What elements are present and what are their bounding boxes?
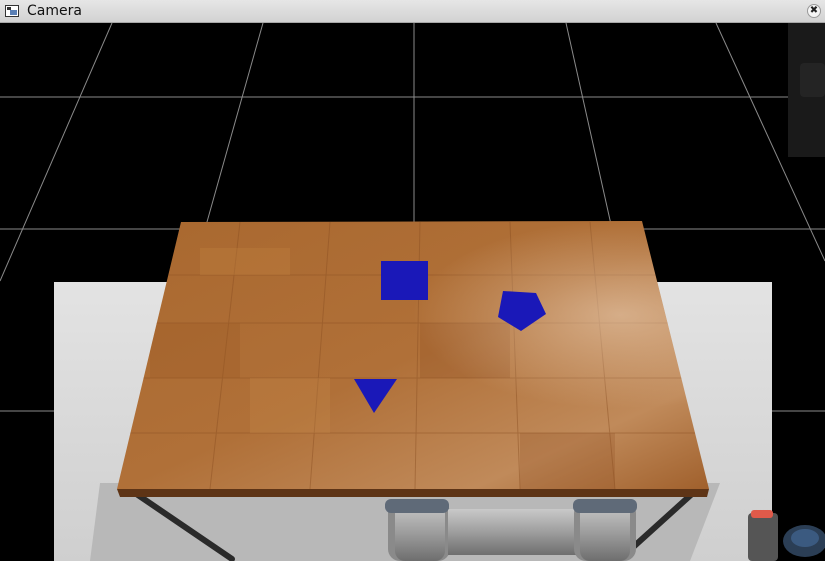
title-bar[interactable]: Camera ✖	[0, 0, 825, 23]
blue-square	[381, 261, 428, 300]
camera-window: Camera ✖	[0, 0, 825, 561]
side-panel-element	[800, 63, 825, 97]
table-edge	[117, 489, 709, 497]
window-title: Camera	[27, 3, 82, 19]
close-button[interactable]: ✖	[807, 4, 821, 18]
window-icon	[5, 5, 19, 17]
camera-scene	[0, 23, 825, 561]
camera-viewport[interactable]	[0, 23, 825, 561]
